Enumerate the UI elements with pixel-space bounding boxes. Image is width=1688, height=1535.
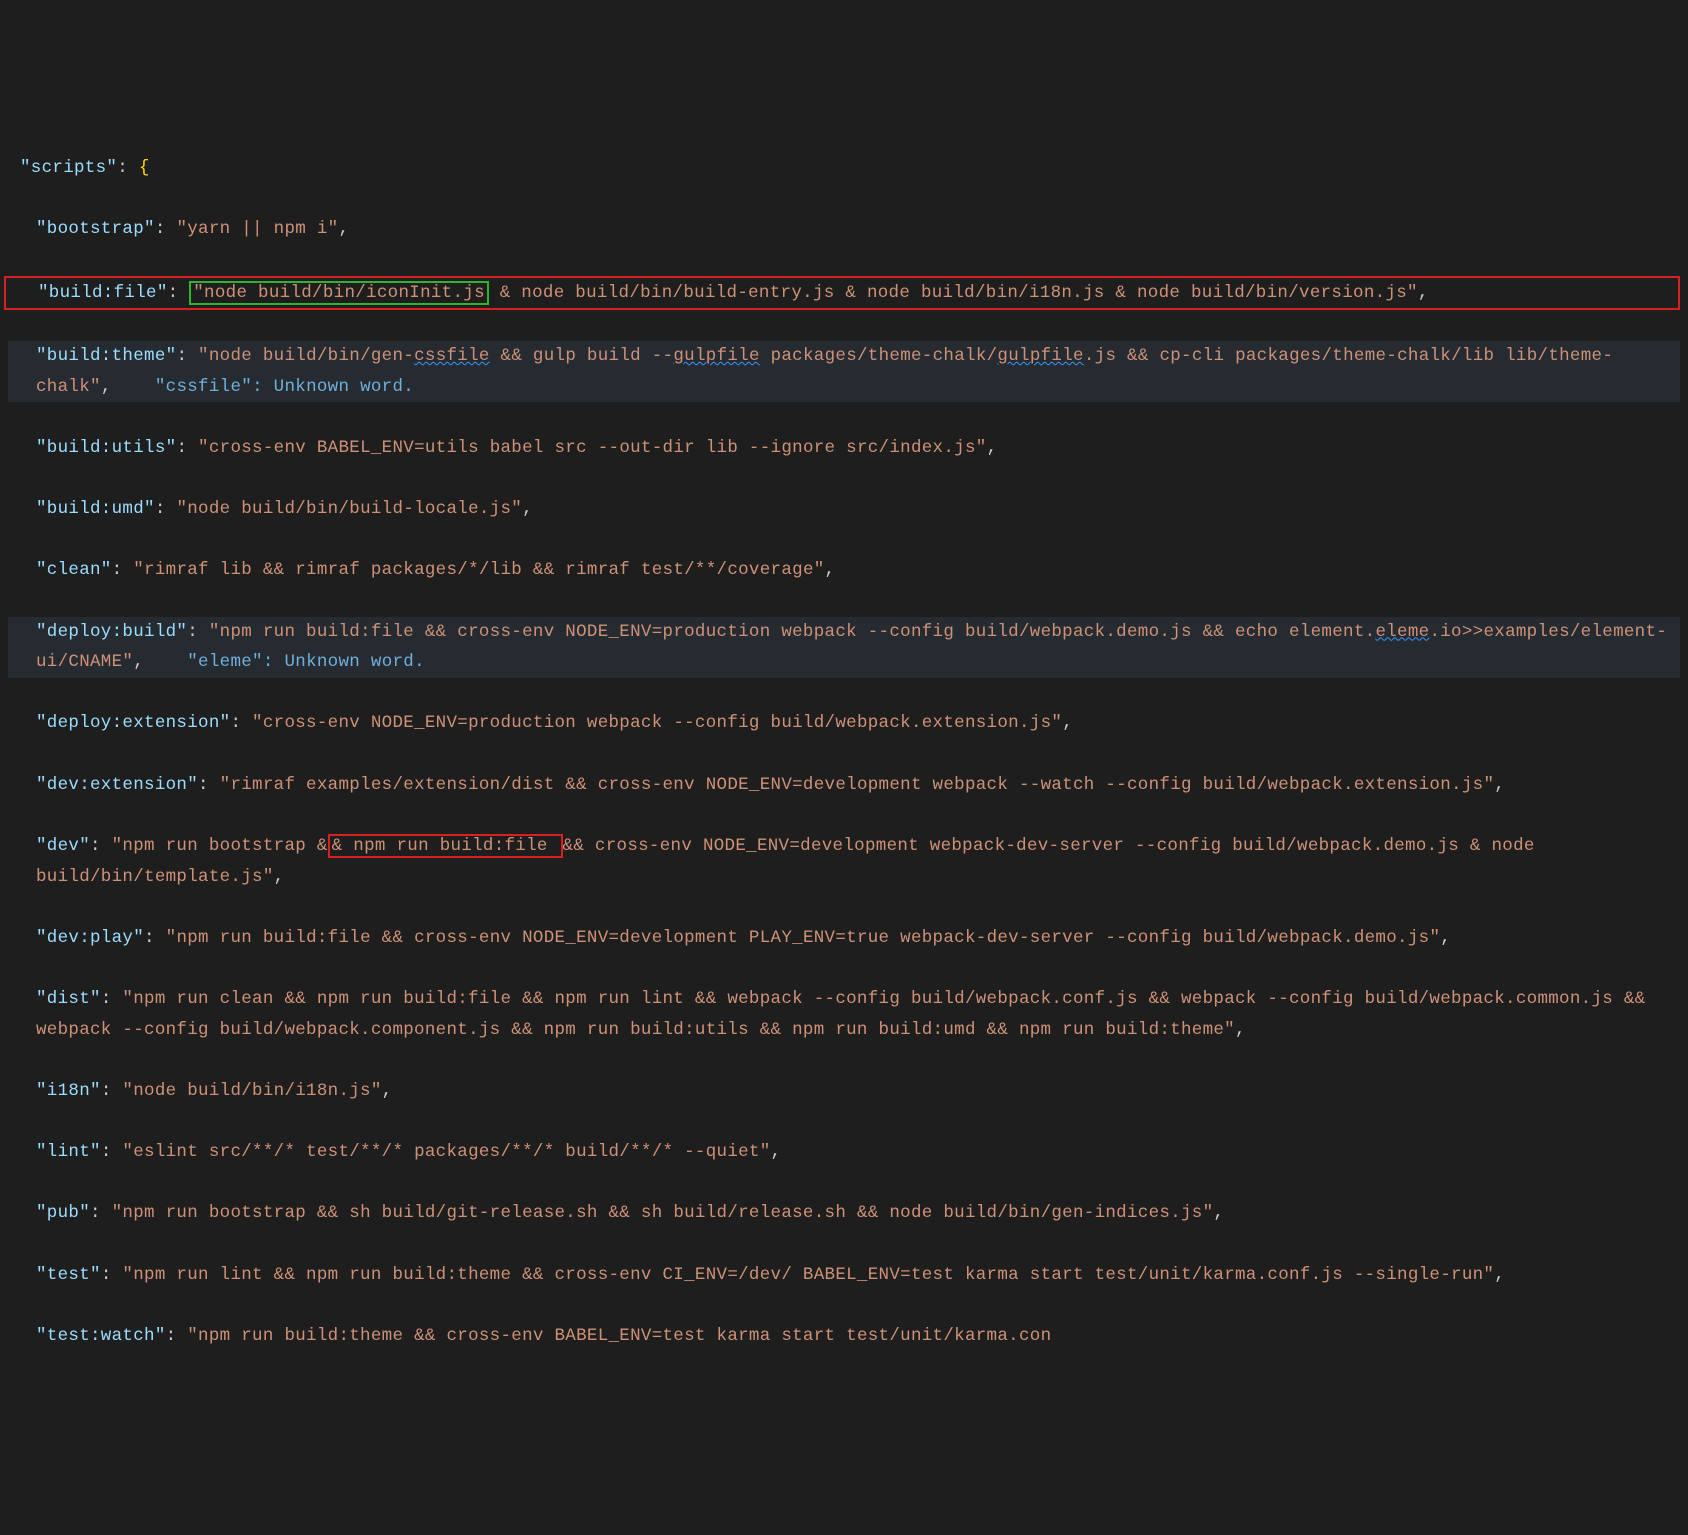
entry-test: "test": "npm run lint && npm run build:t… [8,1260,1680,1291]
entry-i18n: "i18n": "node build/bin/i18n.js", [8,1076,1680,1107]
json-code-block[interactable]: "scripts": { "bootstrap": "yarn || npm i… [0,123,1688,1383]
entry-build-utils: "build:utils": "cross-env BABEL_ENV=util… [8,433,1680,464]
entry-clean: "clean": "rimraf lib && rimraf packages/… [8,555,1680,586]
entry-build-umd: "build:umd": "node build/bin/build-local… [8,494,1680,525]
scripts-open: "scripts": { [8,153,1680,184]
entry-dev-extension: "dev:extension": "rimraf examples/extens… [8,770,1680,801]
highlight-box-npm-run-build-file: & npm run build:file [328,834,563,858]
hint-cssfile: "cssfile": Unknown word. [155,377,414,397]
entry-test-watch: "test:watch": "npm run build:theme && cr… [8,1321,1680,1352]
entry-deploy-extension: "deploy:extension": "cross-env NODE_ENV=… [8,708,1680,739]
entry-pub: "pub": "npm run bootstrap && sh build/gi… [8,1198,1680,1229]
entry-bootstrap: "bootstrap": "yarn || npm i", [8,214,1680,245]
entry-deploy-build: "deploy:build": "npm run build:file && c… [8,617,1680,678]
hint-eleme: "eleme": Unknown word. [187,652,425,672]
entry-dist: "dist": "npm run clean && npm run build:… [8,984,1680,1045]
entry-build-theme: "build:theme": "node build/bin/gen-cssfi… [8,341,1680,402]
entry-dev-play: "dev:play": "npm run build:file && cross… [8,923,1680,954]
entry-dev: "dev": "npm run bootstrap && npm run bui… [8,831,1680,892]
entry-lint: "lint": "eslint src/**/* test/**/* packa… [8,1137,1680,1168]
highlight-box-iconinit: "node build/bin/iconInit.js [189,281,489,305]
entry-build-file: "build:file": "node build/bin/iconInit.j… [10,278,1674,309]
highlight-box-build-file: "build:file": "node build/bin/iconInit.j… [4,276,1680,311]
